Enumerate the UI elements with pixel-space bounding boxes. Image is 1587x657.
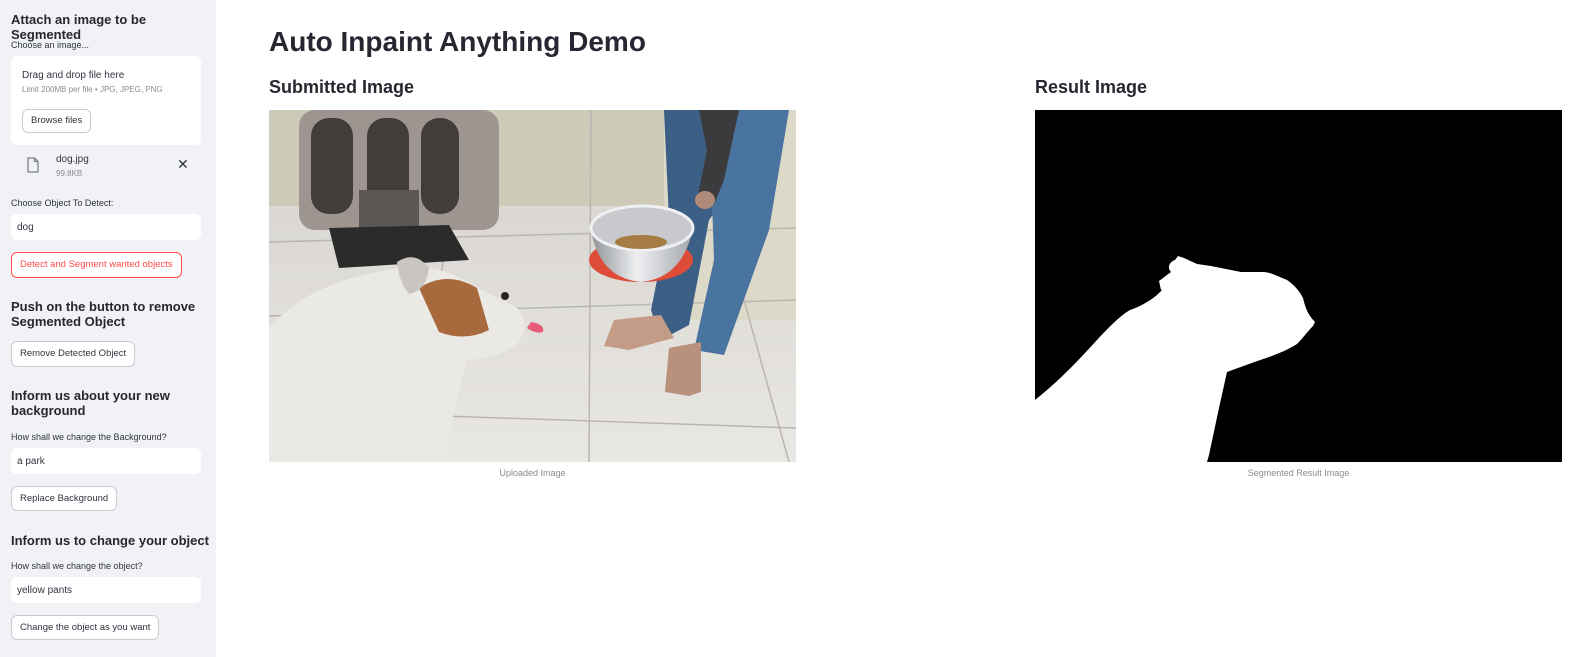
change-object-button[interactable]: Change the object as you want <box>11 615 160 640</box>
upload-heading: Attach an image to be Segmented <box>11 12 147 42</box>
file-icon <box>27 157 39 173</box>
file-size: 99.8KB <box>56 169 83 178</box>
replace-background-button[interactable]: Replace Background <box>11 486 118 511</box>
detect-object-input[interactable] <box>11 214 201 240</box>
background-input[interactable] <box>11 448 201 474</box>
dropzone-title: Drag and drop file here <box>22 70 125 81</box>
sidebar: Attach an image to be Segmented Choose a… <box>0 0 216 657</box>
result-image <box>1035 110 1562 462</box>
result-image-caption: Segmented Result Image <box>1247 468 1350 478</box>
remove-heading: Push on the button to remove Segmented O… <box>11 299 196 329</box>
submitted-image-heading: Submitted Image <box>269 77 415 97</box>
submitted-image <box>269 110 796 462</box>
close-icon[interactable]: ✕ <box>177 156 189 173</box>
uploaded-file: dog.jpg 99.8KB ✕ <box>11 150 201 182</box>
file-name: dog.jpg <box>56 154 89 165</box>
background-heading: Inform us about your new background <box>11 388 170 418</box>
object-label: How shall we change the object? <box>11 561 143 571</box>
object-input[interactable] <box>11 577 201 603</box>
remove-object-button[interactable]: Remove Detected Object <box>11 341 136 367</box>
detect-segment-button[interactable]: Detect and Segment wanted objects <box>11 252 182 278</box>
background-label: How shall we change the Background? <box>11 432 167 442</box>
object-heading: Inform us to change your object <box>11 533 209 548</box>
upload-label: Choose an image... <box>11 40 90 50</box>
detect-label: Choose Object To Detect: <box>11 198 114 208</box>
browse-files-button[interactable]: Browse files <box>22 109 92 133</box>
page-title: Auto Inpaint Anything Demo <box>269 26 646 57</box>
file-dropzone[interactable]: Drag and drop file here Limit 200MB per … <box>11 56 201 145</box>
result-image-heading: Result Image <box>1035 77 1148 97</box>
submitted-image-caption: Uploaded Image <box>499 468 566 478</box>
dropzone-limit: Limit 200MB per file • JPG, JPEG, PNG <box>22 85 163 94</box>
